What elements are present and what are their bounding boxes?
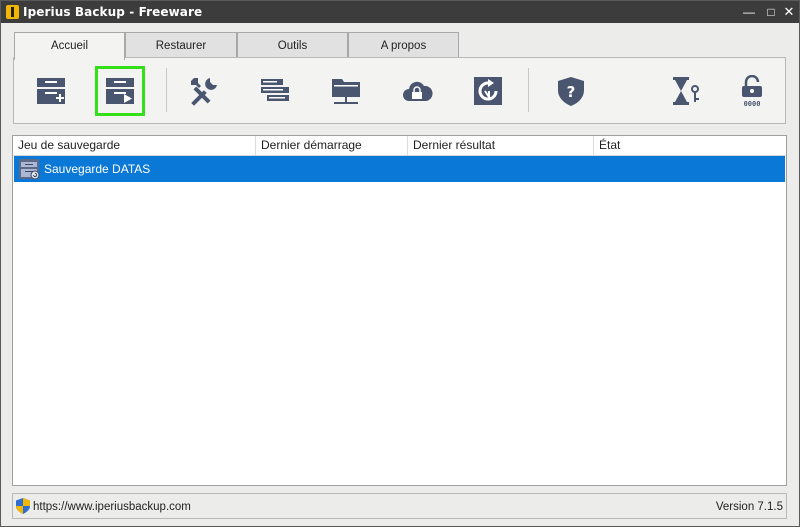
tab-outils[interactable]: Outils (237, 32, 348, 58)
window-title: Iperius Backup - Freeware (23, 5, 203, 19)
list-header: Jeu de sauvegarde Dernier démarrage Dern… (13, 136, 786, 156)
cloud-lock-icon (403, 81, 433, 101)
minimize-button[interactable]: — (737, 1, 761, 23)
status-bar: https://www.iperiusbackup.com Version 7.… (12, 493, 787, 519)
tools-icon (191, 78, 217, 106)
run-backup-button[interactable] (95, 66, 145, 116)
tab-accueil[interactable]: Accueil (14, 32, 125, 60)
backup-job-icon (19, 159, 40, 180)
restore-button[interactable] (463, 66, 513, 116)
backup-job-name: Sauvegarde DATAS (44, 162, 151, 176)
column-header-last-result[interactable]: Dernier résultat (408, 136, 594, 155)
close-button[interactable]: ✕ (777, 1, 799, 23)
unlock-code-text: 0000 (744, 100, 761, 107)
list-icon (261, 79, 289, 101)
help-shield-icon: ? (558, 77, 584, 106)
toolbar-ribbon: ? 0000 (13, 57, 786, 124)
tab-restaurer[interactable]: Restaurer (125, 32, 237, 58)
column-header-state[interactable]: État (594, 136, 786, 155)
column-header-backup-set[interactable]: Jeu de sauvegarde (13, 136, 256, 155)
tools-button[interactable] (179, 66, 229, 116)
list-button[interactable] (250, 66, 300, 116)
app-logo-icon (6, 5, 19, 19)
network-folder-icon (332, 79, 360, 104)
svg-text:?: ? (567, 83, 576, 101)
column-header-last-start[interactable]: Dernier démarrage (256, 136, 408, 155)
toolbar-separator (528, 68, 529, 112)
new-backup-icon (37, 78, 65, 104)
backup-jobs-list[interactable]: Jeu de sauvegarde Dernier démarrage Dern… (12, 135, 787, 486)
version-label: Version 7.1.5 (715, 501, 783, 513)
cloud-lock-button[interactable] (392, 66, 442, 116)
unlock-code-icon: 0000 (742, 75, 762, 107)
security-shield-icon (16, 498, 30, 514)
network-folder-button[interactable] (321, 66, 371, 116)
tab-a-propos[interactable]: A propos (348, 32, 459, 58)
new-backup-button[interactable] (26, 66, 76, 116)
title-bar[interactable]: Iperius Backup - Freeware — □ ✕ (1, 1, 799, 23)
website-link[interactable]: https://www.iperiusbackup.com (33, 501, 191, 513)
app-window: Iperius Backup - Freeware — □ ✕ Accueil … (0, 0, 800, 527)
help-button[interactable]: ? (546, 66, 596, 116)
hourglass-key-icon (673, 77, 699, 105)
run-backup-icon (106, 78, 134, 104)
unlock-button[interactable]: 0000 (727, 66, 777, 116)
table-row[interactable]: Sauvegarde DATAS (14, 156, 785, 182)
restore-icon (474, 77, 502, 105)
toolbar-separator (166, 68, 167, 112)
license-timer-button[interactable] (661, 66, 711, 116)
